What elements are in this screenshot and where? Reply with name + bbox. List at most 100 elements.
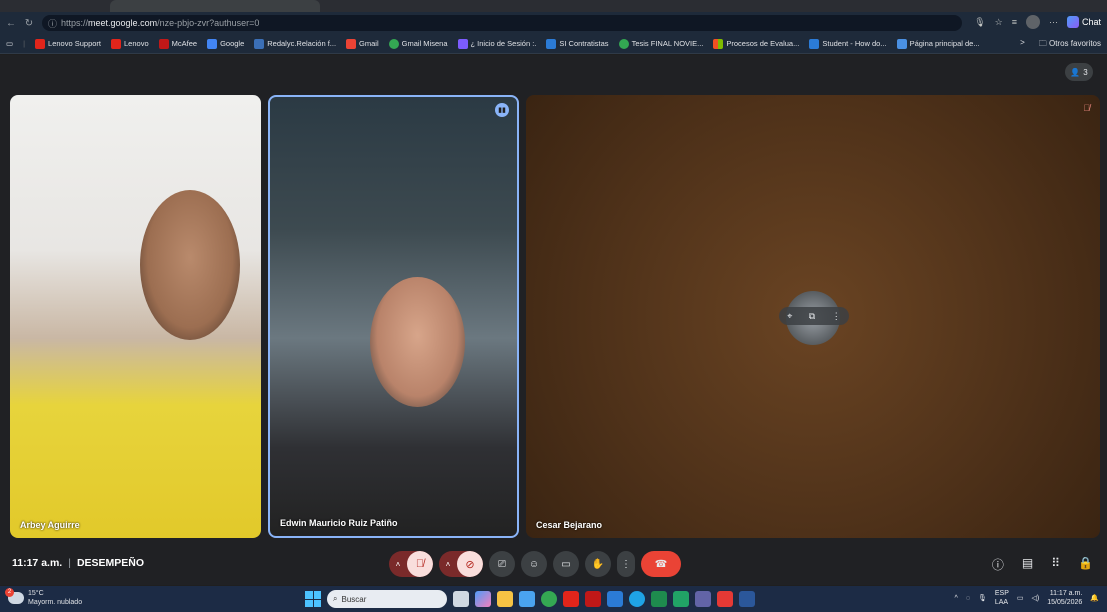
redalyc-icon	[254, 38, 265, 49]
copilot-chat-button[interactable]: Chat	[1066, 16, 1101, 28]
bookmark-item[interactable]: Lenovo Support	[35, 38, 102, 49]
bookmark-label: Página principal de...	[909, 39, 980, 48]
captions-icon: ▭	[561, 558, 571, 570]
site-info-icon[interactable]: ⓘ	[48, 17, 57, 30]
participant-tile-edwin[interactable]: ▮▮ Edwin Mauricio Ruiz Patiño	[268, 95, 519, 538]
language-indicator[interactable]: ESP LAA	[995, 589, 1009, 607]
lenovo-vantage-icon[interactable]	[563, 591, 579, 607]
bookmark-label: Redalyc.Relación f...	[267, 39, 337, 48]
other-bookmarks[interactable]: 🗀 Otros favoritos	[1039, 38, 1101, 52]
word-icon[interactable]	[739, 591, 755, 607]
meet-area: 👤 3 Arbey Aguirre ▮▮ Edwin Mauricio Ruiz…	[0, 55, 1107, 585]
network-icon[interactable]: ◌	[966, 594, 970, 603]
meeting-time: 11:17 a.m.	[12, 557, 63, 569]
more-menu-icon[interactable]: ···	[1049, 17, 1058, 27]
bookmark-label: Google	[220, 39, 245, 48]
camera-off-button[interactable]: ⊘	[457, 551, 483, 577]
chevron-up-icon[interactable]: ^	[955, 594, 958, 603]
bookmark-item[interactable]: Lenovo	[111, 38, 149, 49]
meeting-info-separator: |	[68, 557, 71, 569]
participant-tile-cesar[interactable]: 🎙̸ ⌖ ⧉ ⋮ Cesar Bejarano	[526, 95, 1100, 538]
excel-icon[interactable]	[673, 591, 689, 607]
acrobat-icon[interactable]	[717, 591, 733, 607]
mic-options-chevron-icon[interactable]: ˄	[389, 551, 407, 577]
meeting-info: 11:17 a.m. | DESEMPEÑO	[12, 557, 144, 569]
system-clock[interactable]: 11:17 a.m. 15/05/2026	[1047, 589, 1082, 607]
bookmark-item[interactable]: Gmail	[346, 38, 379, 49]
reactions-button[interactable]: ☺	[521, 551, 547, 577]
star-icon[interactable]: ☆	[995, 17, 1003, 28]
present-button[interactable]: ⎚	[489, 551, 515, 577]
app-icon[interactable]	[607, 591, 623, 607]
edge-icon[interactable]	[629, 591, 645, 607]
participants-chip[interactable]: 👤 3	[1065, 63, 1093, 81]
meeting-name: DESEMPEÑO	[76, 557, 145, 569]
captions-button[interactable]: ▭	[553, 551, 579, 577]
active-tab[interactable]	[110, 0, 320, 12]
host-controls-icon[interactable]: 🔒	[1078, 556, 1093, 573]
other-bookmarks-label: Otros favoritos	[1048, 39, 1101, 48]
bookmark-item[interactable]: McAfee	[158, 38, 197, 49]
participant-name: Cesar Bejarano	[536, 520, 603, 530]
microsoft-icon	[713, 38, 724, 49]
favorites-icon[interactable]: ≡	[1012, 17, 1017, 27]
mic-icon[interactable]: 🎙	[978, 594, 987, 603]
leave-call-button[interactable]: ☎	[641, 551, 681, 577]
refresh-icon[interactable]: ↻	[22, 18, 36, 29]
chat-icon[interactable]: ▤	[1022, 556, 1033, 573]
bookmark-item[interactable]: Gmail Misena	[388, 38, 448, 49]
camera-options-chevron-icon[interactable]: ˄	[439, 551, 457, 577]
back-icon[interactable]: ←	[4, 18, 18, 29]
frame-icon[interactable]: ⧉	[809, 311, 815, 322]
meeting-details-icon[interactable]: ⓘ	[992, 556, 1004, 573]
bookmark-item[interactable]: Student - How do...	[809, 38, 887, 49]
bookmark-item[interactable]: ¿ Inicio de Sesión :.	[457, 38, 536, 49]
bookmark-label: Gmail Misena	[401, 39, 448, 48]
weather-widget[interactable]: 2 15°C Mayorm. nublado	[5, 588, 82, 607]
taskbar-search[interactable]: ⌕ Buscar	[327, 590, 447, 608]
clock-date: 15/05/2026	[1047, 599, 1083, 606]
mic-indicator-icon[interactable]: 🎙	[974, 17, 985, 28]
participant-tile-arbey[interactable]: Arbey Aguirre	[10, 95, 261, 538]
notifications-icon[interactable]: 🔔	[1090, 594, 1099, 603]
bookmark-item[interactable]: Procesos de Evalua...	[713, 38, 799, 49]
bookmark-item[interactable]: Tesis FINAL NOVIE...	[618, 38, 703, 49]
search-icon: ⌕	[333, 594, 338, 603]
copilot-icon[interactable]	[475, 591, 491, 607]
raise-hand-button[interactable]: ✋	[585, 551, 611, 577]
copilot-icon	[1066, 16, 1079, 28]
bookmark-item[interactable]: Redalyc.Relación f...	[254, 38, 337, 49]
login-icon	[457, 38, 468, 49]
bookmark-item[interactable]: Página principal de...	[896, 38, 980, 49]
chrome-icon[interactable]	[541, 591, 557, 607]
bookmark-label: Lenovo Support	[48, 39, 102, 48]
url-path: /nze-pbjo-zvr?authuser=0	[157, 18, 260, 28]
bookmark-label: Lenovo	[124, 39, 149, 48]
more-options-button[interactable]: ⋮	[617, 551, 635, 577]
speaking-indicator-icon: ▮▮	[495, 103, 509, 117]
more-vert-icon[interactable]: ⋮	[832, 311, 841, 322]
profile-avatar[interactable]	[1025, 15, 1040, 29]
excel-icon[interactable]	[651, 591, 667, 607]
pin-icon[interactable]: ⌖	[787, 311, 792, 322]
bookmark-item[interactable]: Google	[207, 38, 245, 49]
tile-controls[interactable]: ⌖ ⧉ ⋮	[779, 307, 849, 325]
participant-name: Arbey Aguirre	[20, 520, 80, 530]
store-icon[interactable]	[519, 591, 535, 607]
hang-up-icon: ☎	[654, 558, 668, 570]
volume-icon[interactable]: ◁)	[1032, 594, 1040, 603]
bookmark-divider: |	[23, 39, 26, 48]
activities-icon[interactable]: ⠿	[1051, 556, 1060, 573]
display-icon[interactable]: ▭	[1017, 594, 1024, 603]
address-bar-row: ← ↻ ⓘ https://meet.google.com/nze-pbjo-z…	[0, 12, 1107, 34]
mcafee-icon[interactable]	[585, 591, 601, 607]
url-field[interactable]: ⓘ https://meet.google.com/nze-pbjo-zvr?a…	[42, 15, 962, 31]
start-icon[interactable]	[305, 591, 321, 607]
bookmark-item[interactable]: SI Contratistas	[546, 38, 609, 49]
task-view-icon[interactable]	[453, 591, 469, 607]
file-explorer-icon[interactable]	[497, 591, 513, 607]
tab-actions-icon[interactable]: ▭	[6, 39, 13, 48]
bookmarks-more-icon[interactable]: >	[1020, 38, 1025, 52]
mic-off-button[interactable]: 🎙̸	[407, 551, 433, 577]
teams-icon[interactable]	[695, 591, 711, 607]
